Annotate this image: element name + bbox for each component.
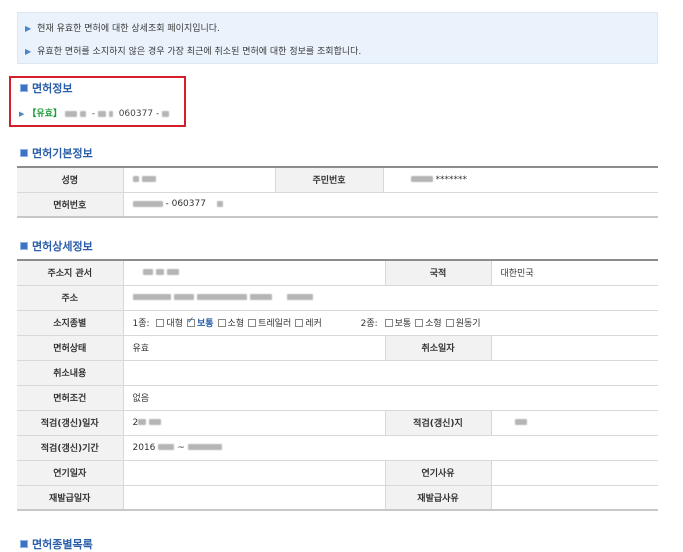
office-label: 주소지 관서 [17,259,124,285]
table-row: 적검(갱신)일자 2 적검(갱신)지 [17,409,658,435]
notice-line-1: ▶ 현재 유효한 면허에 대한 상세조회 페이지입니다. [25,24,220,34]
redacted-text [132,294,171,300]
license-no-value: - 060377 [123,191,658,217]
cancel-date-label: 취소일자 [385,334,492,360]
table-row: 취소내용 [17,359,658,385]
square-bullet-icon [20,149,28,157]
basic-info-table: 성명 주민번호 ******* 면허번호 - 060377 [17,166,658,218]
rrn-value: ******* [383,166,658,192]
renew-place-value [491,409,658,435]
redacted-text [187,444,222,450]
checkbox-label: 소형 [227,319,245,329]
redacted-text [138,419,147,425]
table-row: 면허번호 - 060377 [17,191,658,217]
condition-value: 없음 [123,384,658,410]
triangle-bullet-icon: ▶ [25,47,32,56]
redacted-text [514,419,527,425]
license-no-label: 면허번호 [17,191,124,217]
renew-date-value: 2 [123,409,386,435]
reissue-reason-value [491,484,658,510]
redacted-text [196,294,247,300]
table-row: 연기일자 연기사유 [17,459,658,485]
checkbox[interactable] [156,319,165,327]
renew-period-value: 2016 ~ [123,434,658,460]
redacted-text [410,176,433,183]
triangle-bullet-icon: ▶ [25,24,32,33]
address-label: 주소 [17,284,124,310]
redacted-text [158,444,175,450]
status-value: 유효 [123,334,386,360]
rrn-label: 주민번호 [275,166,384,192]
detail-info-table: 주소지 관서 국적 대한민국 주소 소지종별 1종: 대형보통소형트레일러레커 … [17,259,658,511]
redacted-text [142,269,153,276]
redacted-text [249,294,272,300]
renew-place-label: 적검(갱신)지 [385,409,492,435]
checkbox[interactable] [384,319,393,327]
cancel-content-value [123,359,658,385]
condition-label: 면허조건 [17,384,124,410]
cancel-date-value [491,334,658,360]
delay-reason-label: 연기사유 [385,459,492,485]
checkbox-label: 소형 [425,319,442,329]
checkbox-label: 보통 [394,319,412,329]
reissue-date-value [123,484,386,510]
name-label: 성명 [17,166,124,192]
square-bullet-icon [20,540,28,548]
checkbox-checked[interactable] [186,316,195,327]
checkbox-label: 보통 [196,319,214,329]
status-label: 면허상태 [17,334,124,360]
redacted-text [173,294,194,300]
checkbox[interactable] [295,319,304,327]
class1-checkboxes: 대형 보통 소형 트레일러 레커 [152,316,322,329]
square-bullet-icon [20,242,28,250]
name-value [123,166,276,192]
notice-line-2: ▶ 유효한 면허를 소지하지 않은 경우 가장 최근에 취소된 면허에 대한 정보… [25,47,362,57]
redacted-text [155,269,164,276]
checkbox[interactable] [445,319,454,327]
table-row: 적검(갱신)기간 2016 ~ [17,434,658,460]
address-value [123,284,658,310]
checkbox-label: 레커 [305,319,322,329]
delay-date-label: 연기일자 [17,459,124,485]
class-value: 1종: 대형보통소형트레일러레커 2종: 보통소형원동기 [123,309,658,335]
renew-period-label: 적검(갱신)기간 [17,434,124,460]
redacted-text [132,200,163,207]
office-value [123,259,386,285]
table-row: 재발급일자 재발급사유 [17,484,658,510]
nationality-label: 국적 [385,259,492,285]
notice-box: ▶ 현재 유효한 면허에 대한 상세조회 페이지입니다. ▶ 유효한 면허를 소지하… [17,12,658,64]
checkbox[interactable] [248,319,257,327]
table-row: 주소 [17,284,658,310]
redacted-text [286,294,313,300]
table-row: 소지종별 1종: 대형보통소형트레일러레커 2종: 보통소형원동기 [17,309,658,335]
section-title-detail-info: 면허상세정보 [20,238,93,254]
highlight-box [9,76,186,127]
table-row: 면허조건 없음 [17,384,658,410]
redacted-text [132,176,139,183]
delay-date-value [123,459,386,485]
reissue-date-label: 재발급일자 [17,484,124,510]
redacted-text [149,419,162,425]
checkbox[interactable] [217,319,226,327]
section-title-class-list: 면허종별목록 [20,536,93,552]
redacted-text [141,176,156,183]
redacted-text [216,200,223,207]
class2-checkboxes: 보통 소형 원동기 [381,319,481,329]
checkbox-label: 대형 [166,319,183,329]
section-title-basic-info: 면허기본정보 [20,145,93,161]
redacted-text [166,269,179,276]
reissue-reason-label: 재발급사유 [385,484,492,510]
cancel-content-label: 취소내용 [17,359,124,385]
nationality-value: 대한민국 [491,259,658,285]
delay-reason-value [491,459,658,485]
checkbox-label: 트레일러 [258,319,292,329]
table-row: 성명 주민번호 ******* [17,166,658,192]
table-row: 주소지 관서 국적 대한민국 [17,259,658,285]
renew-date-label: 적검(갱신)일자 [17,409,124,435]
class-label: 소지종별 [17,309,124,335]
checkbox-label: 원동기 [455,319,481,329]
checkbox[interactable] [415,319,424,327]
table-row: 면허상태 유효 취소일자 [17,334,658,360]
